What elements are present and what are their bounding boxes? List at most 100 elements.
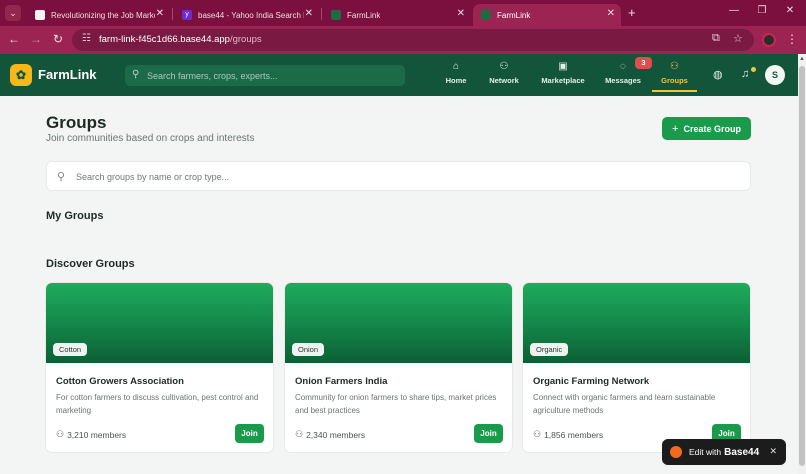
nav-network[interactable]: ⚇ Network [487,60,521,90]
bookmark-star-icon[interactable]: ☆ [733,32,743,45]
group-description: Community for onion farmers to share tip… [295,393,497,415]
nav-label: Network [489,76,519,85]
install-app-icon[interactable]: ⧉ [712,32,720,45]
farmlink-favicon-icon [481,10,491,20]
bell-icon[interactable]: ♫ [741,68,749,80]
url-path: /groups [229,34,262,45]
reload-icon[interactable]: ↻ [50,32,66,46]
users-icon: ⚇ [295,429,304,439]
global-search-input[interactable] [147,67,397,84]
search-icon: ⚲ [57,171,66,183]
users-icon: ⚇ [56,429,65,439]
nav-label: Messages [605,76,641,85]
groups-icon: ⚇ [670,61,679,72]
nav-label: Home [445,76,467,85]
url-field[interactable]: ☷ farm-link-f45c1d66.base44.app/groups ⧉… [72,29,754,51]
member-count-text: 3,210 members [67,429,127,440]
browser-tab[interactable]: FarmLink ✕ [323,4,471,26]
tab-close-icon[interactable]: ✕ [607,8,615,19]
group-name[interactable]: Organic Farming Network [533,376,649,387]
browser-tab-bar: ⌄ Revolutionizing the Job Market ✕ y bas… [0,0,806,26]
nav-home[interactable]: ⌂ Home [443,60,469,90]
home-icon: ⌂ [452,61,460,72]
join-button[interactable]: Join [474,424,503,443]
page-subtitle: Join communities based on crops and inte… [46,133,255,144]
nav-marketplace[interactable]: ▣ Marketplace [539,60,587,90]
crop-tag: Organic [530,343,569,356]
browser-tab[interactable]: y base44 - Yahoo India Search Re ✕ [174,4,319,26]
crop-tag: Cotton [53,343,88,356]
tab-favicon-icon [35,10,45,20]
profile-avatar-icon[interactable] [762,33,776,47]
users-icon: ⚇ [533,429,542,439]
group-card[interactable]: Organic Organic Farming Network Connect … [522,282,751,453]
browser-tab[interactable]: Revolutionizing the Job Market ✕ [27,4,170,26]
sprout-logo-icon[interactable]: ✿ [10,64,32,86]
nav-label: Groups [661,76,688,85]
farmlink-favicon-icon [331,10,341,20]
tab-divider [172,8,173,20]
toast-close-icon[interactable]: ✕ [769,446,777,457]
tab-title: base44 - Yahoo India Search Re [198,10,304,20]
brand-name[interactable]: FarmLink [38,67,97,82]
users-icon: ⚇ [499,61,509,72]
restore-icon[interactable]: ❐ [752,5,772,16]
member-count-text: 2,340 members [306,429,366,440]
plus-icon: + [672,122,679,135]
join-button[interactable]: Join [235,424,264,443]
bag-icon: ▣ [558,61,568,72]
create-group-button[interactable]: + Create Group [662,117,751,140]
page-scrollbar[interactable]: ▲ [798,54,806,474]
member-count: ⚇ 2,340 members [295,429,365,440]
scroll-thumb[interactable] [799,66,805,466]
minimize-icon[interactable]: — [724,5,744,16]
browser-menu-icon[interactable]: ⋮ [786,32,798,46]
tab-title: FarmLink [497,10,531,20]
crop-tag: Onion [292,343,325,356]
tab-close-icon[interactable]: ✕ [305,8,313,19]
tab-divider [321,8,322,20]
tab-search-chevron-icon[interactable]: ⌄ [5,5,21,21]
tab-title: FarmLink [347,10,381,20]
window-close-icon[interactable]: ✕ [780,5,800,16]
my-groups-heading: My Groups [46,210,104,222]
toast-label: Edit with [689,447,722,457]
new-tab-icon[interactable]: + [628,5,636,20]
create-group-label: Create Group [683,123,741,134]
url-host: farm-link-f45c1d66.base44.app [99,34,230,45]
user-avatar[interactable]: S [765,65,785,85]
group-search-input[interactable] [76,168,676,185]
base44-logo-icon [670,446,682,458]
notification-dot [751,67,756,72]
group-search[interactable]: ⚲ [46,161,751,191]
group-name[interactable]: Cotton Growers Association [56,376,184,387]
globe-icon[interactable]: ◍ [713,68,723,81]
discover-groups-heading: Discover Groups [46,258,135,270]
forward-icon[interactable]: → [28,32,44,46]
tab-title: Revolutionizing the Job Market [51,10,155,20]
group-card[interactable]: Cotton Cotton Growers Association For co… [45,282,274,453]
tab-close-icon[interactable]: ✕ [457,8,465,19]
search-icon: ⚲ [132,69,140,80]
group-description: Connect with organic farmers and learn s… [533,393,716,415]
group-card[interactable]: Onion Onion Farmers India Community for … [284,282,513,453]
tab-close-icon[interactable]: ✕ [156,8,164,19]
member-count-text: 1,856 members [544,429,604,440]
browser-address-bar: ← → ↻ ☷ farm-link-f45c1d66.base44.app/gr… [0,26,806,54]
member-count: ⚇ 1,856 members [533,429,603,440]
scroll-up-icon[interactable]: ▲ [799,56,805,62]
yahoo-favicon-icon: y [182,10,192,20]
edit-with-base44-button[interactable]: Edit with Base44 ✕ [662,439,786,465]
active-nav-indicator [652,90,697,92]
page-title: Groups [46,113,107,132]
url-text: farm-link-f45c1d66.base44.app/groups [99,34,262,45]
messages-count-badge: 3 [635,57,652,69]
global-search[interactable]: ⚲ [125,65,405,86]
group-name[interactable]: Onion Farmers India [295,376,387,387]
back-icon[interactable]: ← [6,32,22,46]
browser-tab-active[interactable]: FarmLink ✕ [473,4,621,26]
nav-groups[interactable]: ⚇ Groups [659,60,690,90]
toast-brand: Base44 [724,446,760,458]
group-description: For cotton farmers to discuss cultivatio… [56,393,259,415]
site-info-icon[interactable]: ☷ [82,33,91,44]
